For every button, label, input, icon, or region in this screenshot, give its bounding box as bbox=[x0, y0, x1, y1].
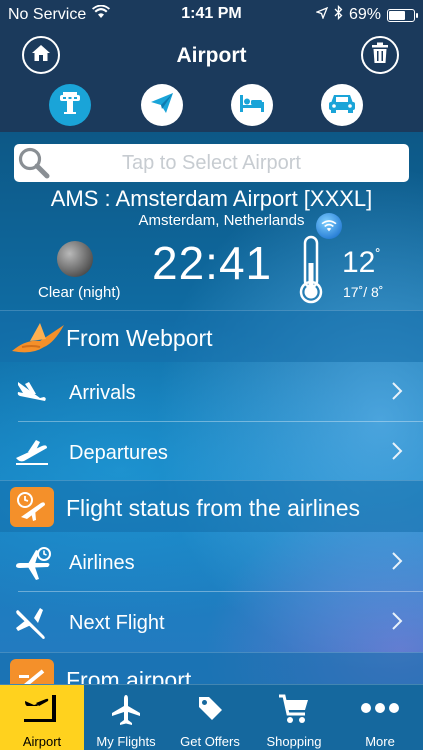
battery-icon bbox=[387, 8, 418, 22]
location-arrow-icon bbox=[315, 6, 329, 24]
search-placeholder: Tap to Select Airport bbox=[122, 152, 301, 174]
airport-clock-icon bbox=[10, 487, 54, 527]
local-time: 22:41 bbox=[152, 237, 273, 289]
current-temperature: 12˚ bbox=[342, 246, 381, 280]
row-departures[interactable]: Departures bbox=[0, 422, 423, 482]
bluetooth-icon bbox=[334, 4, 343, 25]
tab-shopping[interactable]: Shopping bbox=[252, 685, 336, 750]
control-tower-icon bbox=[57, 90, 83, 121]
row-airlines[interactable]: Airlines bbox=[0, 532, 423, 592]
mode-flights-button[interactable] bbox=[141, 84, 183, 126]
row-next-flight[interactable]: Next Flight bbox=[0, 592, 423, 652]
tab-label: Shopping bbox=[266, 734, 322, 749]
page-title: Airport bbox=[176, 44, 247, 67]
airport-city: Amsterdam, Netherlands bbox=[138, 212, 305, 229]
plane-clock-icon bbox=[14, 546, 54, 587]
degree-symbol: ˚ bbox=[375, 248, 381, 265]
row-label: Departures bbox=[69, 442, 168, 464]
tab-label: My Flights bbox=[96, 734, 156, 749]
tab-more[interactable]: More bbox=[338, 685, 422, 750]
battery-fill bbox=[389, 10, 405, 20]
mode-selector bbox=[0, 84, 423, 128]
thermometer-icon bbox=[296, 235, 326, 310]
plane-takeoff-icon bbox=[14, 436, 50, 471]
trash-icon bbox=[370, 42, 390, 69]
chevron-right-icon bbox=[391, 381, 403, 406]
hotel-bed-icon bbox=[238, 92, 266, 119]
airport-search-field[interactable]: Tap to Select Airport bbox=[14, 144, 409, 182]
tab-label: Airport bbox=[22, 734, 62, 749]
airport-tab-icon bbox=[0, 693, 84, 727]
mode-airport-button[interactable] bbox=[49, 84, 91, 126]
section-label: From Webport bbox=[66, 325, 213, 351]
tab-my-flights[interactable]: My Flights bbox=[84, 685, 168, 750]
row-label: Arrivals bbox=[69, 382, 136, 404]
plane-landing-icon bbox=[14, 376, 50, 411]
tab-get-offers[interactable]: Get Offers bbox=[168, 685, 252, 750]
tag-icon bbox=[168, 693, 252, 723]
weather-condition: Clear (night) bbox=[38, 284, 121, 301]
tab-label: Get Offers bbox=[180, 734, 240, 749]
row-label: Airlines bbox=[69, 552, 135, 574]
airport-name: AMS : Amsterdam Airport [XXXL] bbox=[50, 186, 373, 211]
app-screen: No Service 1:41 PM 69% Airport Tap to Se… bbox=[0, 0, 423, 750]
chevron-right-icon bbox=[391, 611, 403, 636]
delete-button[interactable] bbox=[361, 36, 399, 74]
section-flight-status: Flight status from the airlines bbox=[0, 480, 423, 532]
plane-icon bbox=[14, 606, 50, 647]
chevron-right-icon bbox=[391, 441, 403, 466]
temperature-range: 17˚/ 8˚ bbox=[343, 284, 384, 300]
status-bar: No Service 1:41 PM 69% bbox=[0, 0, 423, 30]
section-label: Flight status from the airlines bbox=[66, 495, 361, 521]
mode-car-button[interactable] bbox=[321, 84, 363, 126]
chevron-right-icon bbox=[391, 551, 403, 576]
moon-icon bbox=[57, 241, 93, 277]
tab-bar: Airport My Flights Get Offers Shopping M… bbox=[0, 684, 423, 750]
cart-icon bbox=[252, 693, 336, 725]
row-arrivals[interactable]: Arrivals bbox=[0, 362, 423, 422]
bird-logo-icon bbox=[10, 317, 68, 366]
car-icon bbox=[328, 91, 356, 120]
tab-label: More bbox=[365, 734, 395, 749]
section-from-webport: From Webport bbox=[0, 310, 423, 362]
tab-airport[interactable]: Airport bbox=[0, 685, 84, 750]
battery-percent: 69% bbox=[348, 6, 381, 23]
row-label: Next Flight bbox=[69, 612, 165, 634]
mode-hotel-button[interactable] bbox=[231, 84, 273, 126]
header: Airport bbox=[0, 30, 423, 132]
plane-tab-icon bbox=[84, 693, 168, 727]
paper-plane-icon bbox=[149, 90, 175, 121]
more-dots-icon bbox=[338, 693, 422, 723]
temp-value: 12 bbox=[342, 246, 376, 279]
